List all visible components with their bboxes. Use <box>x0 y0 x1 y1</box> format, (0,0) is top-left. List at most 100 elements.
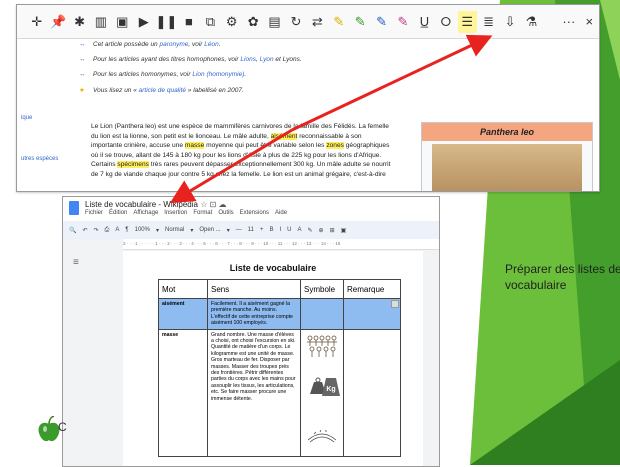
library-icon[interactable]: ▥ <box>91 11 110 33</box>
vocabulary-table[interactable]: Mot Sens Symbole Remarque aisément Facil… <box>158 279 401 458</box>
underline-icon[interactable]: U̲ <box>415 11 434 33</box>
stop-icon[interactable]: ■ <box>179 11 198 33</box>
article-line: Certains spécimens très rares peuvent dé… <box>91 161 391 168</box>
close-icon[interactable]: × <box>580 11 599 33</box>
ruler[interactable]: 2 · · · 1 · · · · · · 1 · · · 2 · · · 3 … <box>123 239 439 250</box>
toolbar-button[interactable]: 🔍 <box>69 227 76 234</box>
article-text: Le Lion (Panthera leo) est une espèce de… <box>91 122 403 179</box>
scroll-marker-icon <box>391 300 399 308</box>
disambiguation-icon: ↔ <box>79 56 86 63</box>
translate-icon[interactable]: ⇄ <box>308 11 327 33</box>
flask-icon[interactable]: ⚗ <box>522 11 541 33</box>
crowd-icon <box>307 335 337 357</box>
menu-item[interactable]: Édition <box>109 210 127 216</box>
circle-icon[interactable]: ⭘ <box>436 11 455 33</box>
note-cell[interactable] <box>343 328 401 458</box>
outline-icon[interactable]: ≡ <box>73 257 79 268</box>
word-cell[interactable]: aisément <box>158 298 208 330</box>
move-icon[interactable]: ✛ <box>27 11 46 33</box>
spider-icon[interactable]: ✱ <box>70 11 89 33</box>
toolbar-button[interactable]: I <box>279 227 281 233</box>
sidebar-link[interactable]: utres espèces <box>21 155 58 165</box>
menu-bar: Fichier Édition Affichage Insertion Format Ou… <box>85 210 287 216</box>
toolbar-button[interactable]: ⊞ <box>330 227 335 234</box>
highlighter-yellow-icon[interactable]: ✎ <box>329 11 348 33</box>
document-page[interactable]: Liste de vocabulaire Mot Sens Symbole Re… <box>123 251 423 466</box>
toolbar-button[interactable]: ¶ <box>125 227 128 233</box>
toolbar-button[interactable]: ▣ <box>341 227 347 234</box>
vocab-list-icon[interactable]: ☰ <box>457 10 477 33</box>
symbol-cell[interactable] <box>300 298 344 330</box>
infobox: Panthera leo <box>421 122 593 191</box>
symbol-cell[interactable]: Kg <box>300 328 344 458</box>
hatnote-link[interactable]: Lions <box>240 56 256 63</box>
toolbar-button[interactable]: Normal <box>165 227 184 233</box>
menu-item[interactable]: Outils <box>218 210 233 216</box>
table-row[interactable]: aisément Facilement. Il a aisément gagné… <box>158 298 401 330</box>
toolbar-button[interactable]: ⊕ <box>319 227 324 234</box>
hatnote: ↔ Pour les articles ayant des titres homo… <box>79 56 302 63</box>
reading-toolbar: ✛ 📌 ✱ ▥ ▣ ▶ ❚❚ ■ ⧉ ⚙ ✿ ▤ ↻ ⇄ ✎ ✎ ✎ ✎ U̲ ⭘ ☰ ≣ ⇩ ⚗ ··· × <box>17 5 599 39</box>
column-header: Mot <box>158 279 208 299</box>
article-line: du lion est la lionne, son petit est le … <box>91 132 362 140</box>
toolbar-button[interactable]: ⎙ <box>105 227 110 234</box>
menu-item[interactable]: Extensions <box>240 210 269 216</box>
docs-toolbar: 🔍 ↶ ↷ ⎙ A ¶ 100% ▾ Normal ▾ Open ... ▾ — 11 + B I U A ✎ ⊕ ⊞ ▣ <box>63 221 439 239</box>
weight-icon: Kg <box>310 377 340 396</box>
toolbar-button[interactable]: ▾ <box>156 227 159 234</box>
toolbar-button[interactable]: ↶ <box>82 227 87 234</box>
highlighter-pink-icon[interactable]: ✎ <box>393 11 412 33</box>
disambiguation-icon: ↔ <box>79 71 86 78</box>
star-icon[interactable]: ☆ ⊡ ☁ <box>200 200 226 209</box>
hatnote-link[interactable]: Léon <box>204 41 218 48</box>
article-line: de 7 kg de viande chaque jour contre 5 k… <box>91 170 386 178</box>
screen-icon[interactable]: ⧉ <box>201 11 220 33</box>
hatnote-link[interactable]: Lion (homonymie) <box>192 71 244 78</box>
reader-icon[interactable]: ▣ <box>113 11 132 33</box>
table-row[interactable]: masse Grand nombre. Une masse d'élèves a… <box>158 328 401 458</box>
sense-cell[interactable]: Facilement. Il a aisément gagné la premi… <box>207 298 301 330</box>
highlighter-green-icon[interactable]: ✎ <box>350 11 369 33</box>
export-icon[interactable]: ⇩ <box>500 11 519 33</box>
toolbar-button[interactable]: — <box>236 227 242 233</box>
infobox-title: Panthera leo <box>422 123 592 141</box>
toolbar-button[interactable]: 100% <box>135 227 150 233</box>
word-cell[interactable]: masse <box>158 328 208 458</box>
menu-item[interactable]: Format <box>193 210 212 216</box>
hatnote-link[interactable]: article de qualité <box>139 87 186 94</box>
note-cell[interactable] <box>343 298 401 330</box>
play-icon[interactable]: ▶ <box>134 11 153 33</box>
highlighter-blue-icon[interactable]: ✎ <box>372 11 391 33</box>
more-icon[interactable]: ··· <box>559 11 578 33</box>
refresh-icon[interactable]: ↻ <box>286 11 305 33</box>
toolbar-button[interactable]: + <box>260 227 264 233</box>
gear-icon[interactable]: ⚙ <box>222 11 241 33</box>
google-docs-screenshot: Liste de vocabulaire - Wikipédia ☆ ⊡ ☁ F… <box>62 196 440 467</box>
menu-item[interactable]: Aide <box>275 210 287 216</box>
toolbar-button[interactable]: ▾ <box>227 227 230 234</box>
hatnote-link[interactable]: paronyme <box>159 41 188 48</box>
gear-alt-icon[interactable]: ✿ <box>243 11 262 33</box>
toolbar-button[interactable]: ▾ <box>190 227 193 234</box>
article-line: importante crinière, accuse une masse mo… <box>91 142 390 149</box>
menu-item[interactable]: Fichier <box>85 210 103 216</box>
toolbar-button[interactable]: A <box>298 227 302 233</box>
toolbar-button[interactable]: ↷ <box>94 227 99 234</box>
toolbar-button[interactable]: U <box>287 227 291 233</box>
toolbar-button[interactable]: 11 <box>248 227 254 233</box>
list-icon[interactable]: ≣ <box>479 11 498 33</box>
note-icon[interactable]: ▤ <box>265 11 284 33</box>
toolbar-button[interactable]: B <box>269 227 273 233</box>
pause-icon[interactable]: ❚❚ <box>155 11 177 33</box>
menu-item[interactable]: Affichage <box>133 210 158 216</box>
svg-text:Kg: Kg <box>326 386 335 393</box>
toolbar-button[interactable]: Open ... <box>199 227 220 233</box>
toolbar-button[interactable]: ✎ <box>308 227 313 234</box>
document-title[interactable]: Liste de vocabulaire - Wikipédia ☆ ⊡ ☁ <box>85 200 227 209</box>
sense-cell[interactable]: Grand nombre. Une masse d'élèves a chois… <box>207 328 301 458</box>
hatnote-link[interactable]: Lyon <box>260 56 274 63</box>
menu-item[interactable]: Insertion <box>164 210 187 216</box>
pin-icon[interactable]: 📌 <box>48 11 67 33</box>
toolbar-button[interactable]: A <box>115 227 119 233</box>
sidebar-link[interactable]: ique <box>21 114 32 124</box>
